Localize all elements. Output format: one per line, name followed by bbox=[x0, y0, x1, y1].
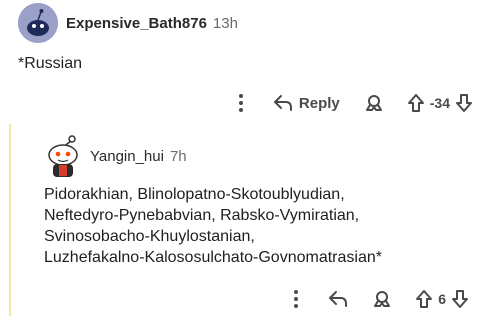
reply-label: Reply bbox=[298, 94, 340, 112]
comment-header: Expensive_Bath876 13h bbox=[18, 2, 238, 44]
reply-arrow-icon bbox=[328, 290, 348, 308]
comment-body-line: Svinosobacho-Khuylostanian, bbox=[44, 228, 255, 245]
reply-arrow-icon bbox=[273, 94, 293, 112]
score: -34 bbox=[429, 95, 450, 111]
vote-controls: 6 bbox=[414, 289, 470, 309]
comment-body: *Russian bbox=[18, 55, 83, 72]
comment-header: Yangin_hui 7h bbox=[44, 132, 187, 180]
upvote-icon[interactable] bbox=[414, 289, 434, 309]
comment-body-line: Pidorakhian, Blinolopatno-Skotoublyudian… bbox=[44, 186, 345, 203]
username[interactable]: Expensive_Bath876 bbox=[66, 15, 207, 32]
vote-controls: -34 bbox=[406, 93, 474, 113]
snoo-avatar-icon[interactable] bbox=[18, 3, 58, 43]
downvote-icon[interactable] bbox=[454, 93, 474, 113]
award-icon[interactable] bbox=[372, 289, 392, 309]
comment-body-line: Luzhefakalno-Kalososulchato-Govnomatrasi… bbox=[44, 249, 382, 266]
reply-button[interactable] bbox=[328, 290, 348, 308]
downvote-icon[interactable] bbox=[450, 289, 470, 309]
username[interactable]: Yangin_hui bbox=[90, 148, 164, 165]
more-options-icon[interactable] bbox=[286, 287, 306, 311]
award-icon[interactable] bbox=[364, 93, 384, 113]
comment-1: Expensive_Bath876 13h *Russian Reply -34 bbox=[0, 0, 500, 124]
comment-actions: 6 bbox=[286, 285, 470, 313]
score: 6 bbox=[438, 291, 446, 307]
snoo-avatar-icon[interactable] bbox=[44, 134, 82, 178]
comment-2: Yangin_hui 7h Pidorakhian, Blinolopatno-… bbox=[0, 124, 500, 316]
comment-body: Pidorakhian, Blinolopatno-Skotoublyudian… bbox=[44, 184, 484, 268]
comment-actions: Reply -34 bbox=[231, 89, 474, 117]
comment-body-line: Neftedyro-Pynebabvian, Rabsko-Vymiratian… bbox=[44, 207, 360, 224]
timestamp: 7h bbox=[169, 147, 187, 165]
timestamp: 13h bbox=[212, 14, 238, 32]
upvote-icon[interactable] bbox=[406, 93, 426, 113]
more-options-icon[interactable] bbox=[231, 91, 251, 115]
reply-button[interactable]: Reply bbox=[273, 94, 340, 112]
thread-line[interactable] bbox=[9, 124, 11, 316]
